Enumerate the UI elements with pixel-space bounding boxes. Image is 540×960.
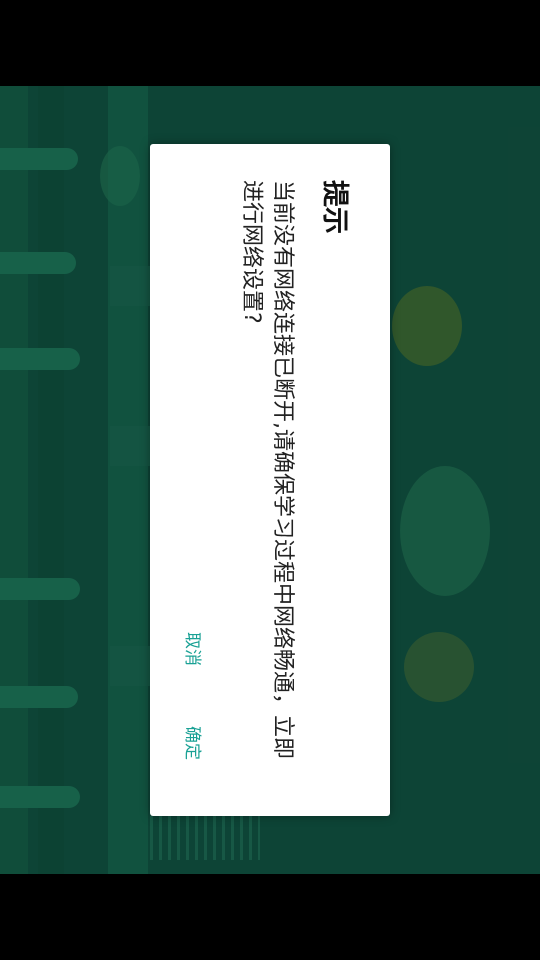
dialog-message: 当前没有网络连接已断开,请确保学习过程中网络畅通，立即进行网络设置?	[239, 180, 295, 759]
confirm-button[interactable]: 确定	[172, 720, 212, 766]
letterbox-top	[0, 0, 540, 86]
cancel-button[interactable]: 取消	[172, 626, 212, 672]
dialog-content: 提示 当前没有网络连接已断开,请确保学习过程中网络畅通，立即进行网络设置? 取消…	[150, 144, 390, 816]
letterbox-bottom	[0, 874, 540, 960]
alert-dialog: 提示 当前没有网络连接已断开,请确保学习过程中网络畅通，立即进行网络设置? 取消…	[150, 144, 390, 816]
dialog-title: 提示	[319, 180, 350, 234]
